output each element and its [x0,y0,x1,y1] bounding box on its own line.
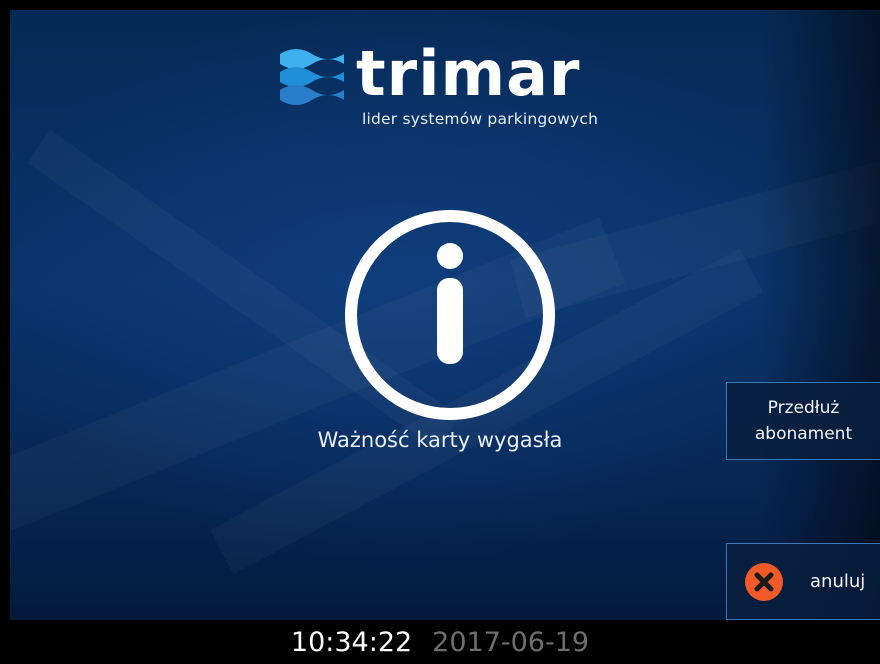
cancel-label: anuluj [810,571,866,592]
status-bar: 10:34:22 2017-06-19 [0,620,880,664]
kiosk-screen: trimar lider systemów parkingowych [10,10,880,620]
brand-logo: trimar lider systemów parkingowych [278,37,638,140]
waves-logo-icon [280,49,344,105]
info-icon [345,210,555,420]
close-circle-icon [745,562,783,601]
extend-label-line1: Przedłuż [767,398,840,418]
clock-date: 2017-06-19 [432,626,590,658]
extend-subscription-button[interactable]: Przedłuż abonament [726,382,880,460]
clock-time: 10:34:22 [290,626,413,658]
extend-label-line2: abonament [754,424,853,444]
brand-tagline: lider systemów parkingowych [362,110,599,128]
brand-name: trimar [356,37,581,110]
cancel-button[interactable]: anuluj [726,543,880,620]
